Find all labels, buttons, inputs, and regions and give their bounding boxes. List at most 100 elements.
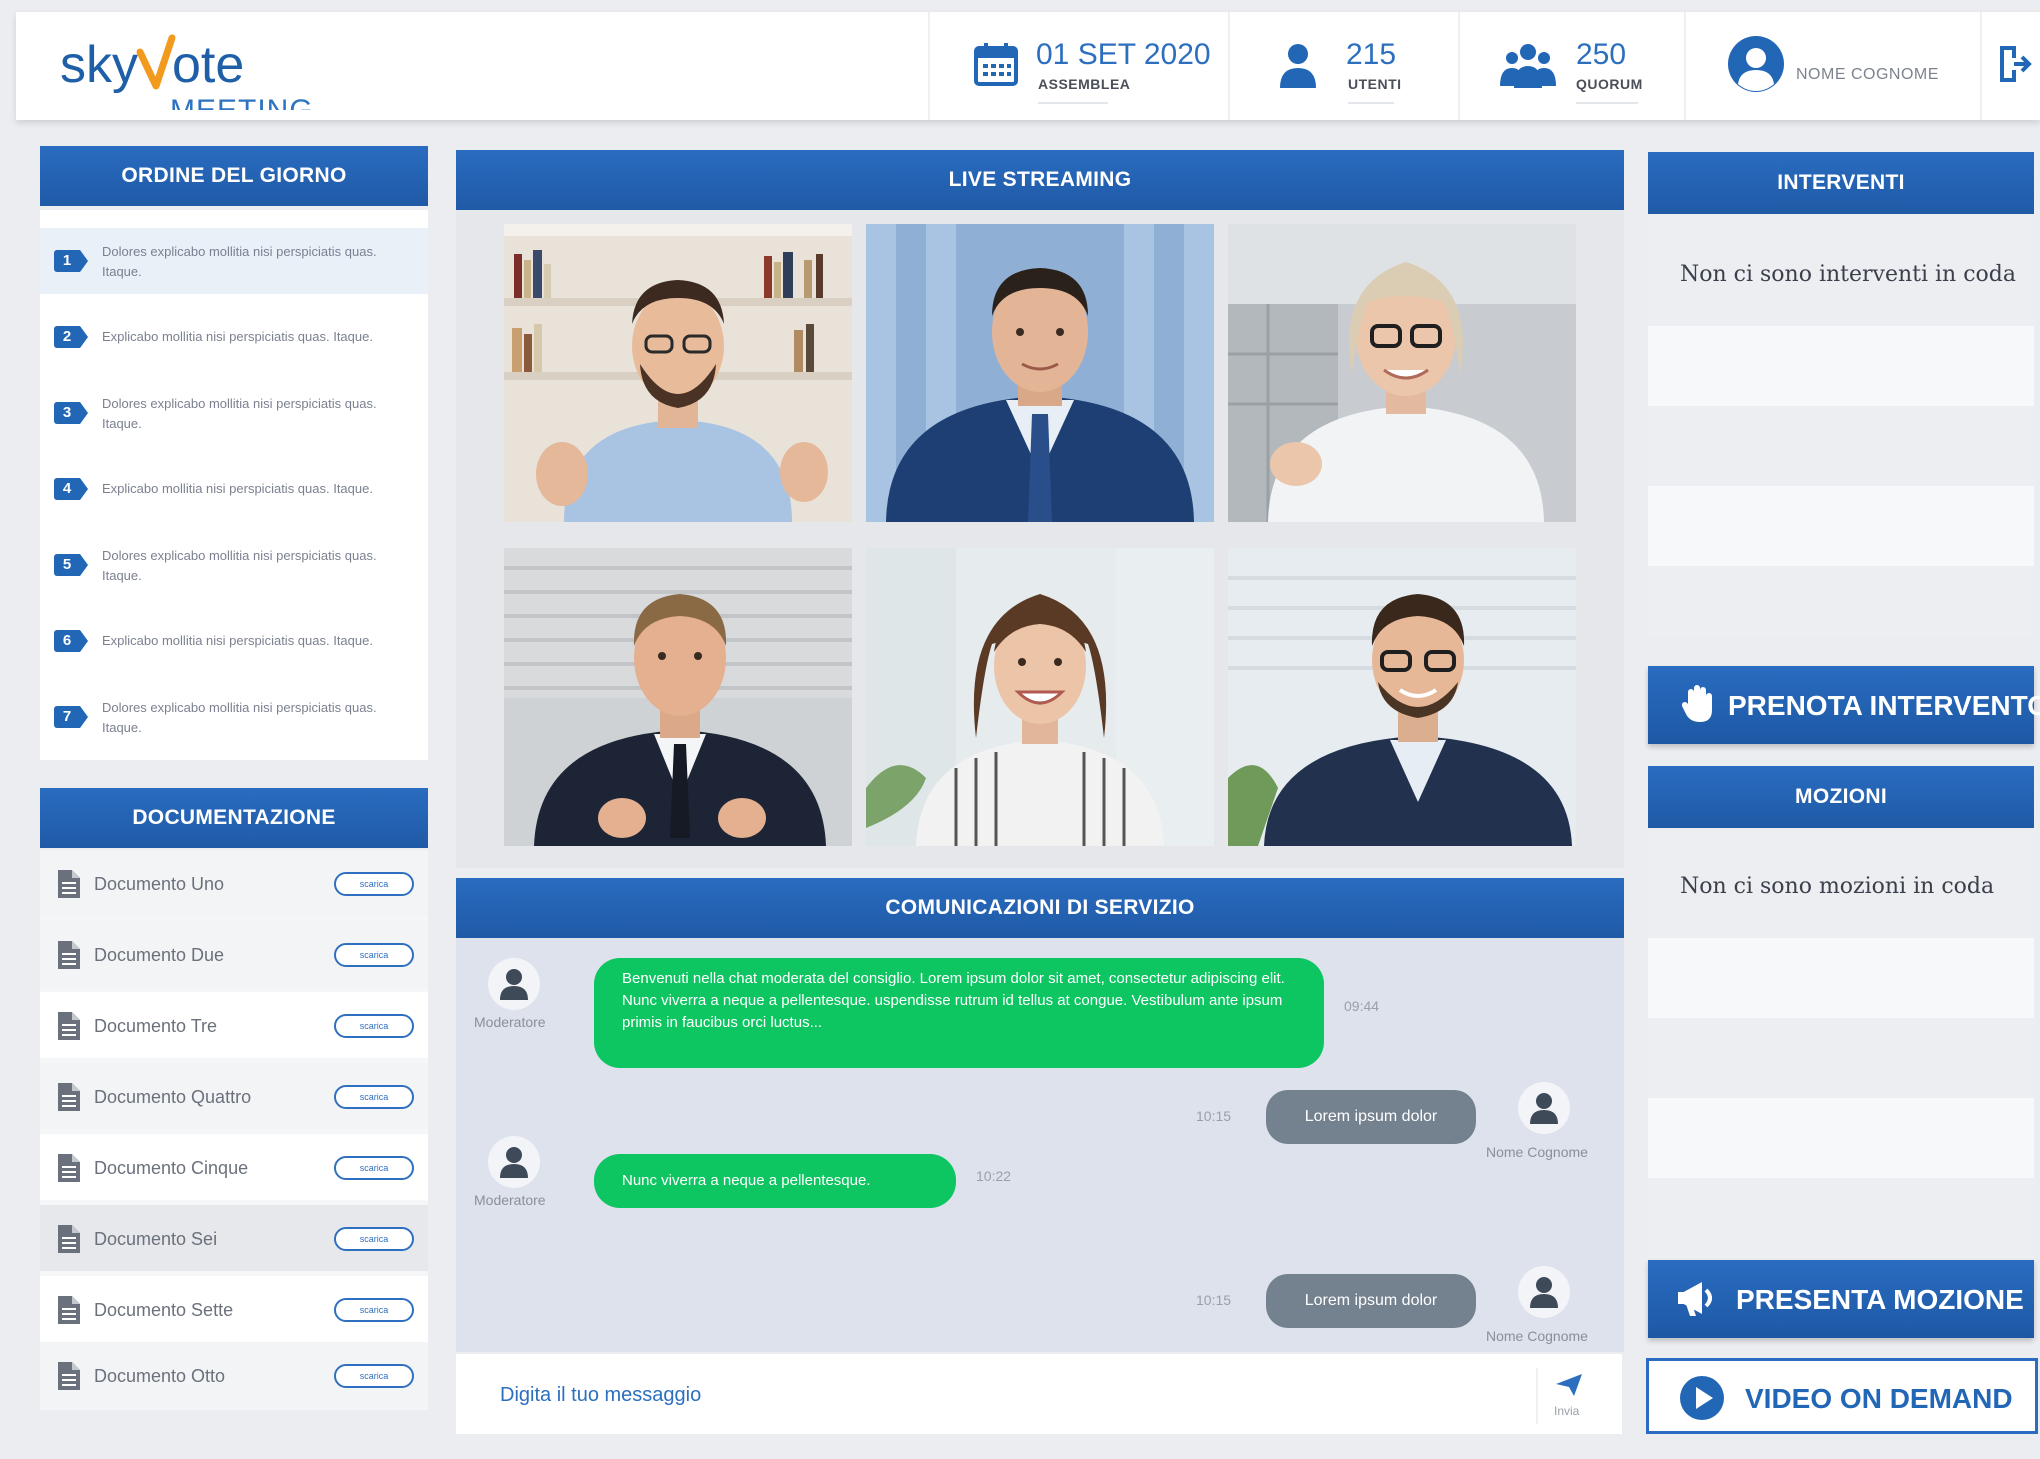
- queue-row: [1648, 326, 2034, 406]
- message-input[interactable]: Digita il tuo messaggio Invia: [456, 1354, 1622, 1434]
- agenda-number: 6: [54, 630, 88, 652]
- interventi-queue: Non ci sono interventi in coda: [1648, 216, 2034, 636]
- mozioni-empty-message: Non ci sono mozioni in coda: [1680, 874, 1995, 899]
- document-icon: [58, 1083, 82, 1111]
- group-icon: [1500, 42, 1556, 90]
- play-icon: [1680, 1376, 1724, 1420]
- prenota-intervento-button[interactable]: PRENOTA INTERVENTO: [1648, 666, 2040, 744]
- message-sender: Moderatore: [474, 1192, 546, 1208]
- agenda-item-6[interactable]: 6 Explicabo mollitia nisi perspiciatis q…: [40, 608, 428, 674]
- queue-row: [1648, 1098, 2034, 1178]
- doc-row-4: Documento Quattro scarica: [40, 1063, 428, 1129]
- document-icon: [58, 941, 82, 969]
- agenda-text: Explicabo mollitia nisi perspiciatis qua…: [102, 633, 373, 648]
- video-tile-2[interactable]: [866, 224, 1214, 522]
- video-tile-3[interactable]: [1228, 224, 1576, 522]
- participant-video-4: [504, 548, 852, 846]
- queue-row: [1648, 1018, 2034, 1098]
- message-bubble: Nunc viverra a neque a pellentesque.: [594, 1154, 956, 1208]
- interventi-empty-message: Non ci sono interventi in coda: [1680, 262, 2016, 287]
- agenda-text: Dolores explicabo mollitia nisi perspici…: [102, 244, 377, 279]
- quorum-count: 250: [1576, 38, 1627, 71]
- doc-row-2: Documento Due scarica: [40, 921, 428, 987]
- avatar: [1518, 1266, 1570, 1318]
- logout-button[interactable]: [1980, 12, 2040, 120]
- agenda-item-1[interactable]: 1 Dolores explicabo mollitia nisi perspi…: [40, 228, 428, 294]
- mozioni-header: MOZIONI: [1648, 766, 2034, 828]
- doc-name: Documento Sette: [94, 1300, 234, 1320]
- presenta-mozione-button[interactable]: PRESENTA MOZIONE: [1648, 1260, 2034, 1338]
- agenda-item-2[interactable]: 2 Explicabo mollitia nisi perspiciatis q…: [40, 304, 428, 370]
- avatar: [1518, 1082, 1570, 1134]
- agenda-number: 1: [54, 250, 88, 272]
- chat-messages: Moderatore Benvenuti nella chat moderata…: [456, 938, 1624, 1352]
- download-button[interactable]: scarica: [334, 1156, 414, 1180]
- agenda-panel: 1 Dolores explicabo mollitia nisi perspi…: [40, 210, 428, 760]
- send-button[interactable]: Invia: [1536, 1368, 1596, 1424]
- send-icon: [1556, 1374, 1582, 1396]
- interventi-header: INTERVENTI: [1648, 152, 2034, 214]
- download-button[interactable]: scarica: [334, 1298, 414, 1322]
- doc-row-5: Documento Cinque scarica: [40, 1134, 428, 1200]
- doc-name: Documento Due: [94, 945, 225, 965]
- document-icon: [58, 1154, 82, 1182]
- avatar-icon: [1726, 34, 1786, 94]
- document-icon: [58, 1012, 82, 1040]
- message-sender: Moderatore: [474, 1014, 546, 1030]
- download-button[interactable]: scarica: [334, 1085, 414, 1109]
- doc-name: Documento Tre: [94, 1016, 218, 1036]
- skyvote-logo[interactable]: sky ote MEETING: [60, 30, 320, 127]
- video-tile-5[interactable]: [866, 548, 1214, 846]
- svg-text:MEETING: MEETING: [170, 94, 314, 110]
- agenda-item-7[interactable]: 7 Dolores explicabo mollitia nisi perspi…: [40, 684, 428, 750]
- doc-name: Documento Otto: [94, 1366, 226, 1386]
- user-icon: [1530, 1277, 1558, 1308]
- date-underline: [1038, 102, 1108, 104]
- queue-row: [1648, 486, 2034, 566]
- agenda-text: Explicabo mollitia nisi perspiciatis qua…: [102, 481, 373, 496]
- video-tile-6[interactable]: [1228, 548, 1576, 846]
- download-button[interactable]: scarica: [334, 943, 414, 967]
- video-tile-4[interactable]: [504, 548, 852, 846]
- video-on-demand-button[interactable]: VIDEO ON DEMAND: [1646, 1358, 2038, 1434]
- prenota-label: PRENOTA INTERVENTO: [1728, 690, 2040, 721]
- queue-row: [1648, 938, 2034, 1018]
- message-sender: Nome Cognome: [1486, 1144, 1588, 1160]
- doc-row-7: Documento Sette scarica: [40, 1276, 428, 1342]
- message-time: 09:44: [1344, 998, 1380, 1014]
- doc-row-8: Documento Otto scarica: [40, 1342, 428, 1408]
- user-icon: [1530, 1093, 1558, 1124]
- agenda-text: Dolores explicabo mollitia nisi perspici…: [102, 548, 377, 583]
- download-button[interactable]: scarica: [334, 1364, 414, 1388]
- document-icon: [58, 1362, 82, 1390]
- send-label: Invia: [1554, 1404, 1580, 1418]
- top-header: sky ote MEETING 01 SET 2020 ASSEMBLEA 21…: [16, 12, 2040, 127]
- download-button[interactable]: scarica: [334, 1014, 414, 1038]
- user-icon: [500, 969, 528, 1000]
- agenda-item-5[interactable]: 5 Dolores explicabo mollitia nisi perspi…: [40, 532, 428, 598]
- agenda-text: Dolores explicabo mollitia nisi perspici…: [102, 700, 377, 735]
- agenda-header: ORDINE DEL GIORNO: [40, 146, 428, 206]
- doc-name: Documento Sei: [94, 1229, 218, 1249]
- download-button[interactable]: scarica: [334, 872, 414, 896]
- participant-video-6: [1228, 548, 1576, 846]
- video-tile-1[interactable]: [504, 224, 852, 522]
- participant-video-3: [1228, 224, 1576, 522]
- message-bubble: Benvenuti nella chat moderata del consig…: [594, 958, 1324, 1068]
- hand-icon: [1682, 685, 1712, 722]
- megaphone-icon: [1678, 1282, 1712, 1316]
- message-time: 10:15: [1196, 1108, 1232, 1124]
- date-label: ASSEMBLEA: [1038, 76, 1131, 92]
- agenda-item-3[interactable]: 3 Dolores explicabo mollitia nisi perspi…: [40, 380, 428, 446]
- message-placeholder: Digita il tuo messaggio: [500, 1384, 702, 1406]
- agenda-number: 5: [54, 554, 88, 576]
- agenda-item-4[interactable]: 4 Explicabo mollitia nisi perspiciatis q…: [40, 456, 428, 522]
- header-quorum: 250 QUORUM: [1458, 12, 1684, 120]
- message-bubble: Lorem ipsum dolor: [1266, 1090, 1476, 1144]
- user-name[interactable]: NOME COGNOME: [1796, 66, 1939, 84]
- download-button[interactable]: scarica: [334, 1227, 414, 1251]
- agenda-number: 3: [54, 402, 88, 424]
- message-sender: Nome Cognome: [1486, 1328, 1588, 1344]
- calendar-icon: [974, 42, 1022, 90]
- users-count: 215: [1346, 38, 1397, 71]
